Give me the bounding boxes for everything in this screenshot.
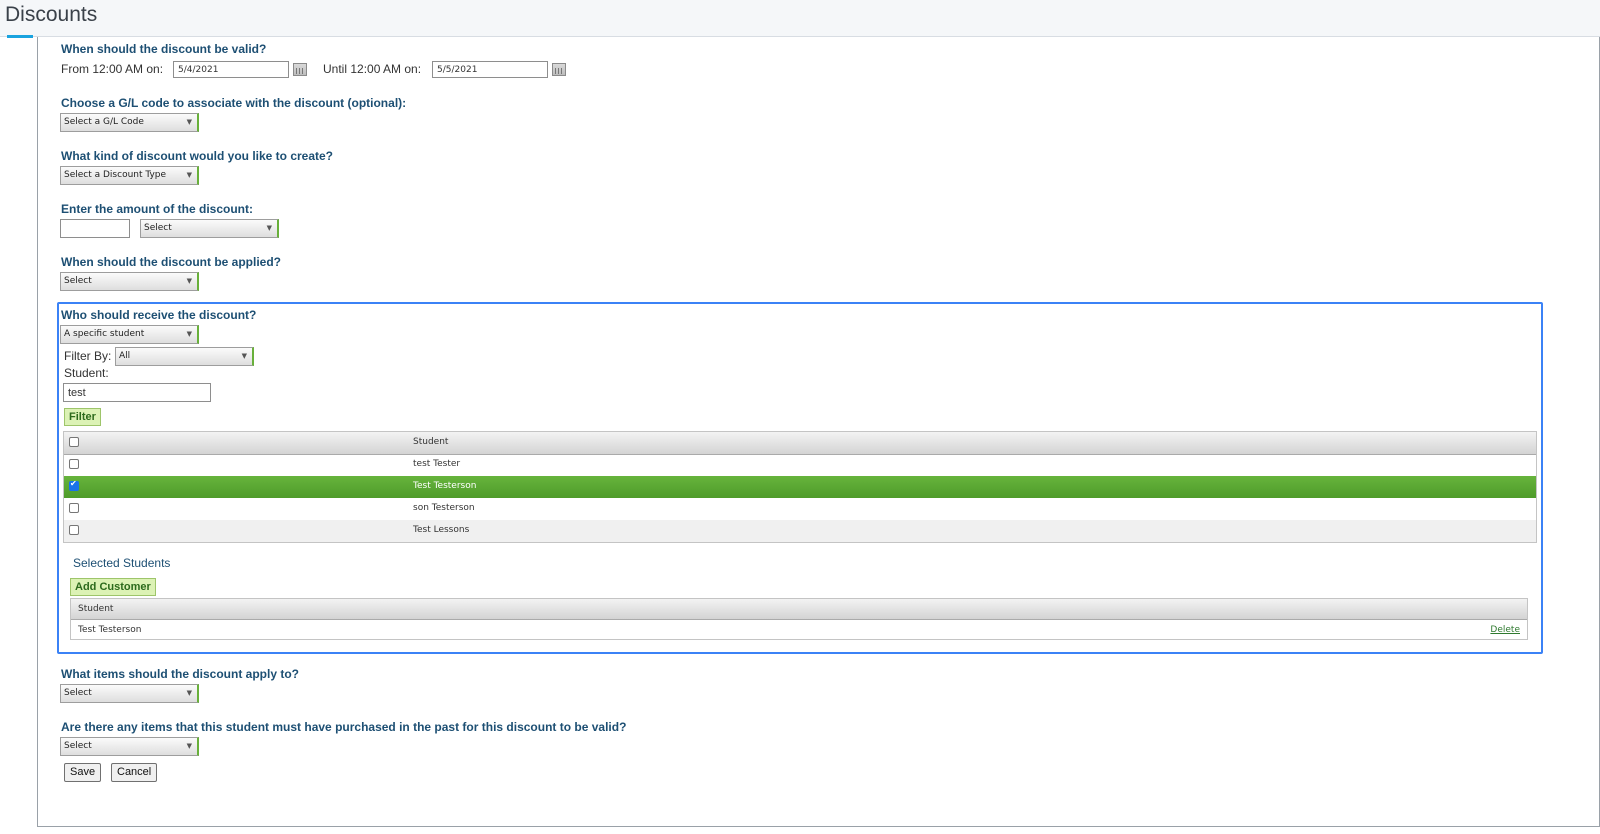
from-label: From 12:00 AM on: — [61, 62, 164, 76]
row-checkbox[interactable] — [69, 503, 79, 513]
dropdown-arrow-icon: ▼ — [241, 352, 247, 360]
amount-question: Enter the amount of the discount: — [61, 202, 253, 216]
receiver-question: Who should receive the discount? — [61, 308, 257, 322]
calendar-icon[interactable] — [552, 63, 566, 76]
dropdown-arrow-icon: ▼ — [186, 689, 192, 697]
dropdown-arrow-icon: ▼ — [186, 118, 192, 126]
until-date-input[interactable] — [432, 61, 548, 78]
student-name: Test Lessons — [413, 525, 470, 535]
filter-by-select-value: All — [119, 351, 131, 361]
table-row[interactable]: Test Lessons — [64, 520, 1536, 542]
validity-question: When should the discount be valid? — [61, 42, 267, 56]
title-accent-underline — [7, 35, 33, 38]
student-results-grid: Student test Tester Test Testerson son T… — [63, 431, 1537, 543]
dropdown-arrow-icon: ▼ — [186, 277, 192, 285]
until-label: Until 12:00 AM on: — [323, 62, 422, 76]
receiver-select-value: A specific student — [64, 329, 145, 339]
applied-select[interactable]: Select ▼ — [60, 272, 199, 291]
items-select-value: Select — [64, 688, 92, 698]
student-search-input[interactable] — [63, 383, 211, 402]
receiver-select[interactable]: A specific student ▼ — [60, 325, 199, 344]
discount-type-select-value: Select a Discount Type — [64, 170, 167, 180]
gl-code-select[interactable]: Select a G/L Code ▼ — [60, 113, 199, 132]
page-title: Discounts — [5, 3, 98, 26]
amount-input[interactable] — [60, 219, 130, 238]
table-row[interactable]: son Testerson — [64, 498, 1536, 520]
from-date-input[interactable] — [173, 61, 289, 78]
top-bar: Discounts — [0, 0, 1600, 37]
table-row[interactable]: test Tester — [64, 454, 1536, 476]
student-label: Student: — [64, 366, 109, 380]
selected-students-title: Selected Students — [73, 556, 171, 570]
discount-type-select[interactable]: Select a Discount Type ▼ — [60, 166, 199, 185]
filter-by-label: Filter By: — [64, 349, 112, 363]
amount-unit-select[interactable]: Select ▼ — [140, 219, 279, 238]
past-items-question: Are there any items that this student mu… — [61, 720, 627, 734]
discount-type-question: What kind of discount would you like to … — [61, 149, 334, 163]
dropdown-arrow-icon: ▼ — [186, 171, 192, 179]
selected-student-name: Test Testerson — [78, 625, 142, 635]
gl-code-select-value: Select a G/L Code — [64, 117, 144, 127]
calendar-icon[interactable] — [293, 63, 307, 76]
applied-select-value: Select — [64, 276, 92, 286]
row-checkbox[interactable] — [69, 525, 79, 535]
table-row-selected[interactable]: Test Testerson — [64, 476, 1536, 498]
save-button[interactable]: Save — [64, 763, 102, 782]
amount-unit-select-value: Select — [144, 223, 172, 233]
gl-code-question: Choose a G/L code to associate with the … — [61, 96, 407, 110]
grid-header-student: Student — [413, 437, 449, 447]
dropdown-arrow-icon: ▼ — [266, 224, 272, 232]
student-name: Test Testerson — [413, 481, 477, 491]
dropdown-arrow-icon: ▼ — [186, 330, 192, 338]
grid-header: Student — [64, 432, 1536, 455]
add-customer-button[interactable]: Add Customer — [70, 578, 156, 596]
applied-question: When should the discount be applied? — [61, 255, 281, 269]
row-checkbox-checked[interactable] — [69, 479, 79, 491]
row-checkbox[interactable] — [69, 459, 79, 469]
filter-by-select[interactable]: All ▼ — [115, 347, 254, 366]
delete-link[interactable]: Delete — [1490, 625, 1520, 635]
items-question: What items should the discount apply to? — [61, 667, 300, 681]
selected-grid-header-student: Student — [78, 604, 114, 614]
past-items-select[interactable]: Select ▼ — [60, 737, 199, 756]
cancel-button[interactable]: Cancel — [111, 763, 158, 782]
student-name: test Tester — [413, 459, 461, 469]
dropdown-arrow-icon: ▼ — [186, 742, 192, 750]
selected-grid-header: Student — [71, 599, 1527, 620]
items-select[interactable]: Select ▼ — [60, 684, 199, 703]
select-all-checkbox[interactable] — [69, 437, 79, 447]
student-name: son Testerson — [413, 503, 475, 513]
selected-students-grid: Student Test Testerson Delete — [70, 598, 1528, 640]
past-items-select-value: Select — [64, 741, 92, 751]
filter-button[interactable]: Filter — [64, 408, 101, 426]
